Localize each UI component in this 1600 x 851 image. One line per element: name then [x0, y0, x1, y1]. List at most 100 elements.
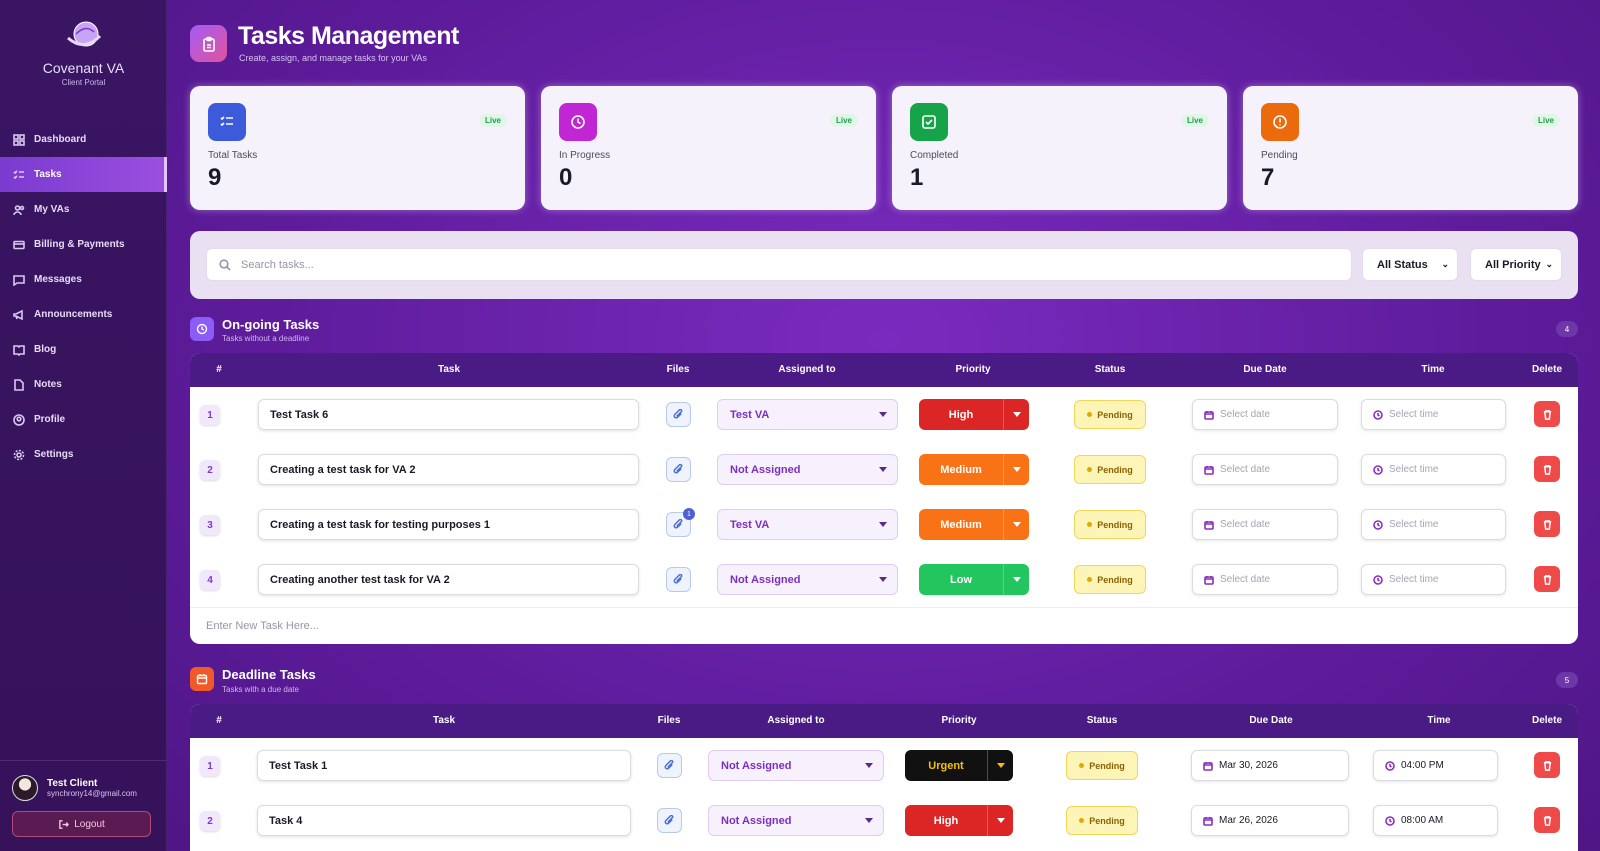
assign-va-select[interactable]: Not Assigned [717, 454, 898, 485]
time-picker[interactable]: 04:00 PM [1373, 750, 1498, 781]
col-time: Time [1427, 715, 1451, 726]
chevron-down-icon [1012, 467, 1021, 472]
due-date-picker[interactable]: Select date [1192, 564, 1338, 595]
sidebar-item-label: Announcements [34, 309, 113, 320]
task-name-input[interactable]: Creating a test task for VA 2 [258, 454, 639, 485]
attach-files-button[interactable]: 1 [666, 508, 695, 537]
sidebar-item-blog[interactable]: Blog [0, 332, 167, 367]
due-date-picker[interactable]: Select date [1192, 454, 1338, 485]
date-value: Mar 30, 2026 [1219, 760, 1278, 771]
status-badge[interactable]: Pending [1074, 455, 1146, 484]
priority-select[interactable]: Medium [919, 454, 1029, 485]
delete-button[interactable] [1534, 511, 1560, 537]
sidebar-item-settings[interactable]: Settings [0, 437, 167, 472]
assign-value: Not Assigned [721, 814, 792, 827]
delete-button[interactable] [1534, 456, 1560, 482]
assign-value: Not Assigned [721, 759, 792, 772]
task-name-input[interactable]: Creating a test task for testing purpose… [258, 509, 639, 540]
priority-select[interactable]: Low [919, 564, 1029, 595]
stat-value: 7 [1261, 164, 1275, 191]
delete-button[interactable] [1534, 807, 1560, 833]
time-value: 08:00 AM [1401, 815, 1444, 826]
col-files: Files [666, 364, 690, 375]
stat-card-pending: Live Pending 7 [1243, 86, 1578, 210]
stat-value: 0 [559, 164, 573, 191]
clock-icon [1373, 409, 1383, 420]
file-count-badge: 1 [683, 508, 695, 520]
new-task-input[interactable]: Enter New Task Here... [190, 607, 1578, 644]
task-name-input[interactable]: Creating another test task for VA 2 [258, 564, 639, 595]
priority-select[interactable]: High [905, 805, 1013, 836]
trash-icon [1543, 574, 1551, 585]
attach-files-button[interactable] [657, 808, 682, 833]
assign-va-select[interactable]: Not Assigned [717, 564, 898, 595]
priority-select[interactable]: Medium [919, 509, 1029, 540]
attach-files-button[interactable] [666, 457, 691, 482]
logout-button[interactable]: Logout [12, 811, 151, 837]
table-header: # Task Files Assigned to Priority Status… [190, 704, 1578, 738]
sidebar-item-tasks[interactable]: Tasks [0, 157, 167, 192]
status-badge[interactable]: Pending [1066, 751, 1138, 780]
chevron-down-icon [996, 763, 1005, 768]
attach-files-button[interactable] [666, 402, 691, 427]
row-number: 4 [200, 570, 220, 590]
delete-button[interactable] [1534, 752, 1560, 778]
time-picker[interactable]: Select time [1361, 399, 1506, 430]
priority-select[interactable]: Urgent [905, 750, 1013, 781]
calendar-icon [1204, 465, 1214, 475]
page-title: Tasks Management [238, 22, 459, 50]
sidebar-item-announcements[interactable]: Announcements [0, 297, 167, 332]
stat-label: In Progress [559, 150, 611, 161]
due-date-picker[interactable]: Mar 26, 2026 [1191, 805, 1349, 836]
task-name-input[interactable]: Test Task 1 [257, 750, 631, 781]
avatar[interactable] [12, 775, 38, 801]
status-badge[interactable]: Pending [1074, 565, 1146, 594]
sidebar-item-label: Notes [34, 379, 62, 390]
ongoing-count-badge: 4 [1556, 321, 1578, 337]
status-badge[interactable]: Pending [1066, 806, 1138, 835]
sidebar-item-messages[interactable]: Messages [0, 262, 167, 297]
stat-label: Completed [910, 150, 959, 161]
task-name-input[interactable]: Task 4 [257, 805, 631, 836]
status-filter-select[interactable]: All Status ⌄ [1362, 248, 1458, 281]
status-badge[interactable]: Pending [1074, 510, 1146, 539]
task-name-input[interactable]: Test Task 6 [258, 399, 639, 430]
priority-select[interactable]: High [919, 399, 1029, 430]
chevron-down-icon [865, 818, 873, 823]
time-picker[interactable]: 08:00 AM [1373, 805, 1498, 836]
delete-button[interactable] [1534, 401, 1560, 427]
live-badge: Live [829, 114, 858, 127]
due-date-picker[interactable]: Mar 30, 2026 [1191, 750, 1349, 781]
priority-filter-select[interactable]: All Priority ⌄ [1470, 248, 1562, 281]
sidebar-item-notes[interactable]: Notes [0, 367, 167, 402]
assign-va-select[interactable]: Not Assigned [708, 805, 884, 836]
sidebar-nav: Dashboard Tasks My VAs Billing & Payment… [0, 122, 167, 472]
due-date-picker[interactable]: Select date [1192, 399, 1338, 430]
attach-files-button[interactable] [666, 567, 691, 592]
sidebar-item-billing[interactable]: Billing & Payments [0, 227, 167, 262]
time-picker[interactable]: Select time [1361, 564, 1506, 595]
delete-button[interactable] [1534, 566, 1560, 592]
search-icon [219, 258, 231, 271]
chevron-down-icon [1012, 412, 1021, 417]
assign-va-select[interactable]: Not Assigned [708, 750, 884, 781]
search-input[interactable]: Search tasks... [206, 248, 1352, 281]
sidebar-item-dashboard[interactable]: Dashboard [0, 122, 167, 157]
assign-va-select[interactable]: Test VA [717, 509, 898, 540]
time-picker[interactable]: Select time [1361, 454, 1506, 485]
sidebar-item-my-vas[interactable]: My VAs [0, 192, 167, 227]
time-picker[interactable]: Select time [1361, 509, 1506, 540]
sidebar-item-profile[interactable]: Profile [0, 402, 167, 437]
due-date-picker[interactable]: Select date [1192, 509, 1338, 540]
attach-files-button[interactable] [657, 753, 682, 778]
deadline-section-title: Deadline Tasks [222, 667, 316, 682]
assign-va-select[interactable]: Test VA [717, 399, 898, 430]
deadline-tasks-table: # Task Files Assigned to Priority Status… [190, 704, 1578, 851]
paperclip-icon [673, 464, 683, 474]
trash-icon [1543, 815, 1551, 826]
stat-card-in-progress: Live In Progress 0 [541, 86, 876, 210]
logo: Covenant VA Client Portal [0, 18, 167, 87]
stat-value: 1 [910, 164, 924, 191]
table-row: 2 Creating a test task for VA 2 Not Assi… [190, 442, 1578, 497]
status-badge[interactable]: Pending [1074, 400, 1146, 429]
